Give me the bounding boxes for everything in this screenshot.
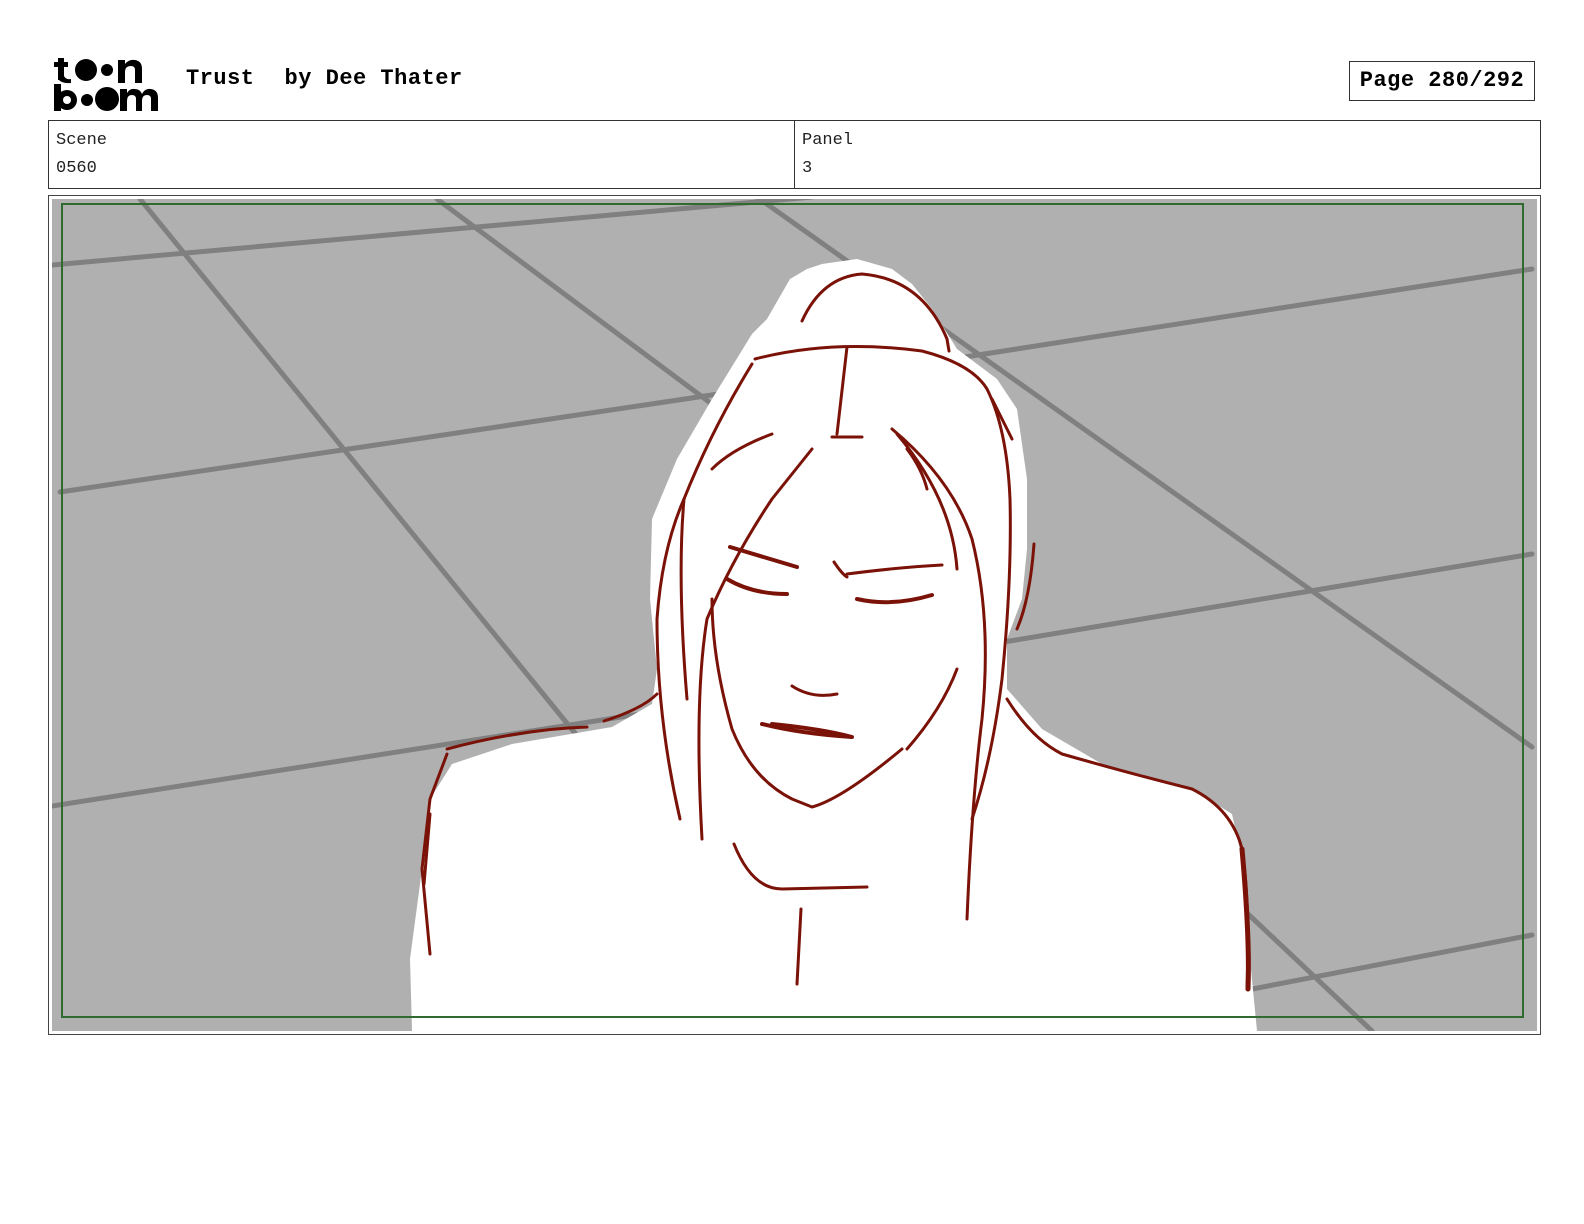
panel-value: 3 [802,159,813,178]
page-number-box: Page 280/292 [1349,61,1535,101]
toon-boom-logo [54,58,158,111]
story-title: Trust [186,66,255,91]
storyboard-panel [48,195,1541,1035]
scene-panel-table: Scene 0560 Panel 3 [48,120,1541,189]
panel-drawing [52,199,1537,1031]
scene-value: 0560 [56,159,97,178]
panel-label: Panel [802,131,854,150]
panel-cell: Panel 3 [794,121,1540,188]
scene-cell: Scene 0560 [49,121,794,188]
author-name: by Dee Thater [284,66,463,91]
document-title: Trust by Dee Thater [186,66,463,91]
scene-label: Scene [56,131,108,150]
